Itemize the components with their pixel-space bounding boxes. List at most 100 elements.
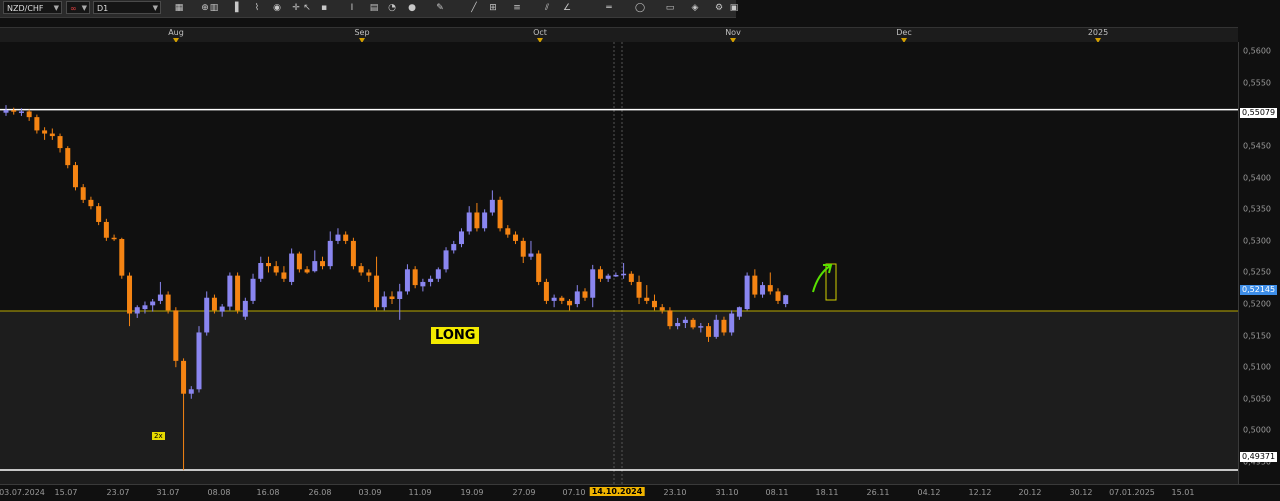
candle-body: [644, 297, 650, 301]
timeframe-select[interactable]: D1 ▼: [93, 1, 161, 14]
date-tick: 16.08: [256, 488, 280, 497]
candle-body: [721, 319, 727, 333]
channel-icon[interactable]: ⫽: [541, 2, 553, 14]
candle[interactable]: [350, 237, 356, 270]
chevron-down-icon: ▼: [53, 4, 59, 12]
link-select[interactable]: ∞ ▼: [66, 1, 90, 14]
candle-body: [358, 266, 364, 273]
candle-body: [404, 269, 410, 292]
fibonacci-icon[interactable]: ≡: [511, 2, 523, 14]
chevron-down-icon: ▼: [81, 4, 87, 12]
candle-body: [667, 310, 673, 327]
candle[interactable]: [667, 307, 673, 330]
candle[interactable]: [165, 291, 171, 314]
candle-body: [242, 300, 248, 317]
candle[interactable]: [72, 161, 78, 191]
point-icon[interactable]: ▪: [318, 2, 330, 14]
zoom-icon[interactable]: ◉: [271, 2, 283, 14]
text-icon[interactable]: I: [346, 2, 358, 14]
candle-body: [350, 240, 356, 267]
shapes-icon[interactable]: ▭: [664, 2, 676, 14]
candle-body: [42, 130, 48, 134]
candle-body: [536, 253, 542, 282]
candle-body: [497, 199, 503, 229]
comment-icon[interactable]: ▤: [368, 2, 380, 14]
trendline-icon[interactable]: ╱: [468, 2, 480, 14]
eraser-icon[interactable]: ◈: [689, 2, 701, 14]
price-tick: 0,5250: [1243, 267, 1271, 277]
window-icon[interactable]: ▣: [728, 2, 740, 14]
angle-icon[interactable]: ∠: [561, 2, 573, 14]
candle-body: [150, 301, 156, 306]
candle[interactable]: [543, 278, 549, 305]
candle[interactable]: [443, 247, 449, 273]
candle-body: [613, 274, 619, 277]
multiplier-badge: 2x: [152, 432, 165, 440]
template-icon[interactable]: ▥: [208, 2, 220, 14]
candle-body: [559, 297, 565, 301]
candle-body: [412, 269, 418, 286]
candle-body: [181, 360, 187, 394]
month-label: Nov: [725, 28, 741, 37]
candle[interactable]: [65, 146, 71, 169]
candle[interactable]: [482, 209, 488, 232]
candle-body: [127, 275, 133, 314]
price-axis[interactable]: 0,5600 0,5550 0,5450 0,5400 0,5350 0,5300 0,52…: [1238, 42, 1280, 484]
candle-body: [65, 148, 71, 166]
candle[interactable]: [235, 272, 241, 314]
settings-icon[interactable]: ⚙: [713, 2, 725, 14]
long-signal-label: LONG: [431, 327, 480, 344]
date-tick: 03.09: [358, 488, 382, 497]
candle[interactable]: [103, 218, 109, 241]
candle[interactable]: [497, 196, 503, 232]
candle-body: [451, 244, 457, 251]
candle-body: [11, 110, 17, 112]
candle-body: [250, 278, 256, 301]
cursor-icon[interactable]: ↖: [301, 2, 313, 14]
price-tick: 0,5050: [1243, 394, 1271, 404]
candle[interactable]: [729, 310, 735, 336]
candle[interactable]: [119, 237, 125, 279]
price-tick: 0,5200: [1243, 299, 1271, 309]
candle-body: [783, 295, 789, 305]
candle-body: [219, 306, 225, 312]
grid-icon[interactable]: ⊞: [487, 2, 499, 14]
horizontal-line-icon[interactable]: ═: [603, 2, 615, 14]
candle-body: [196, 332, 202, 390]
candle-body: [366, 272, 372, 276]
candle-body: [590, 269, 596, 298]
candle[interactable]: [96, 203, 102, 226]
symbol-select[interactable]: NZD/CHF ▼: [3, 1, 62, 14]
globe-icon[interactable]: ●: [406, 2, 418, 14]
candle-body: [744, 275, 750, 310]
candle[interactable]: [196, 326, 202, 393]
date-tick: 26.08: [308, 488, 332, 497]
candle[interactable]: [744, 272, 750, 311]
clock-icon[interactable]: ◔: [386, 2, 398, 14]
candle[interactable]: [204, 291, 210, 336]
candle-body: [574, 291, 580, 305]
chart-type-icon[interactable]: ▦: [173, 2, 185, 14]
candlestick-icon[interactable]: ▐: [229, 2, 241, 14]
candle[interactable]: [412, 266, 418, 289]
pencil-icon[interactable]: ✎: [434, 2, 446, 14]
candle[interactable]: [242, 297, 248, 320]
candle[interactable]: [536, 250, 542, 286]
candle[interactable]: [227, 272, 233, 311]
date-tick: 15.07: [54, 488, 78, 497]
price-chart[interactable]: [0, 42, 1238, 484]
date-tick: 31.07: [156, 488, 180, 497]
candle-body: [458, 231, 464, 245]
circle-icon[interactable]: ◯: [634, 2, 646, 14]
candle[interactable]: [173, 307, 179, 368]
candle-body: [119, 239, 125, 276]
indicator-icon[interactable]: ⌇: [251, 2, 263, 14]
price-tick: 0,5300: [1243, 236, 1271, 246]
candle-body: [628, 273, 634, 282]
date-tick: 07.01.2025: [1109, 488, 1155, 497]
date-tick: 12.12: [968, 488, 992, 497]
candle[interactable]: [289, 248, 295, 286]
candle-body: [420, 281, 426, 287]
candle-body: [389, 296, 395, 299]
price-tick: 0,5150: [1243, 331, 1271, 341]
